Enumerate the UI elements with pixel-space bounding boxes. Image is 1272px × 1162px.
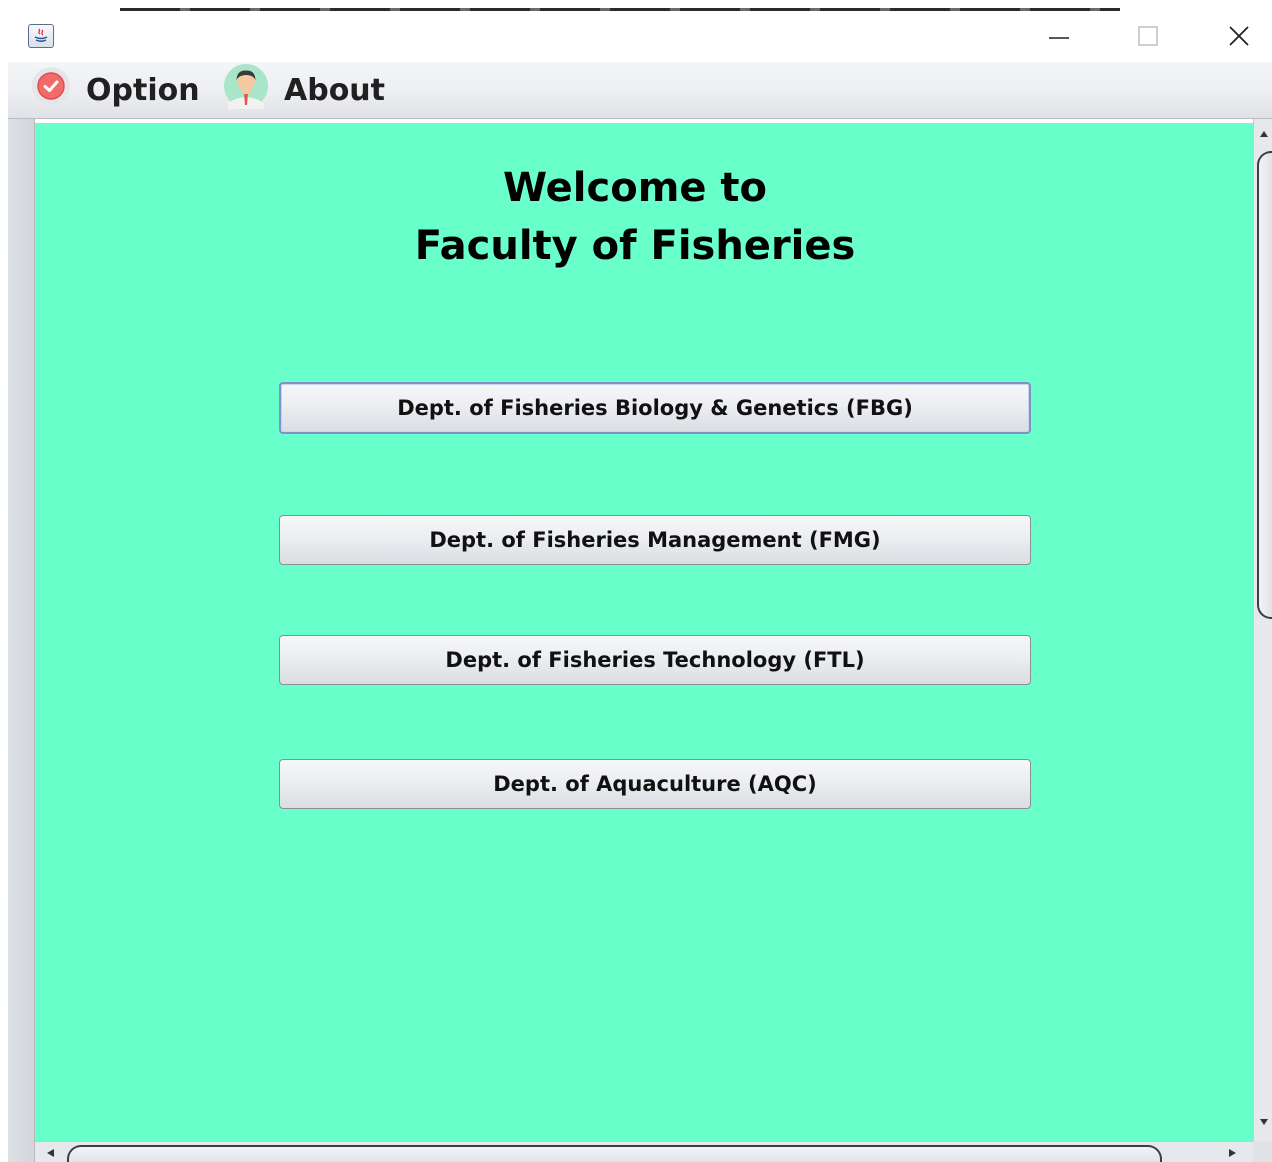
scroll-left-button[interactable]: [39, 1142, 61, 1162]
scroll-corner: [1253, 1141, 1272, 1162]
desktop-edge: [0, 0, 1272, 11]
minimize-button[interactable]: [1036, 18, 1082, 54]
minimize-icon: [1049, 37, 1069, 39]
menu-bar: Option About: [8, 62, 1272, 119]
main-panel: Welcome to Faculty of Fisheries Dept. of…: [35, 123, 1253, 1141]
horizontal-scroll-thumb[interactable]: [67, 1145, 1162, 1162]
menu-option[interactable]: Option: [28, 67, 200, 112]
vertical-scroll-thumb[interactable]: [1257, 151, 1272, 619]
scroll-right-button[interactable]: [1221, 1142, 1243, 1162]
welcome-line-2: Faculty of Fisheries: [414, 223, 856, 269]
scroll-up-button[interactable]: [1254, 123, 1272, 145]
arrow-left-icon: [46, 1148, 54, 1157]
window-left-edge: [0, 62, 8, 1162]
arrow-right-icon: [1228, 1148, 1236, 1157]
app-window: Option About Welcome to Faculty of Fishe…: [0, 0, 1272, 1162]
arrow-up-icon: [1259, 131, 1268, 137]
vertical-scrollbar[interactable]: [1253, 119, 1272, 1141]
menu-option-label: Option: [86, 72, 200, 108]
left-gutter: [8, 119, 35, 1162]
welcome-heading: Welcome to Faculty of Fisheries: [35, 159, 1235, 275]
menu-about[interactable]: About: [220, 64, 386, 112]
arrow-down-icon: [1259, 1119, 1268, 1125]
java-app-icon[interactable]: [28, 24, 54, 48]
welcome-line-1: Welcome to: [502, 165, 768, 211]
dept-fmg-button[interactable]: Dept. of Fisheries Management (FMG): [279, 515, 1031, 565]
close-button[interactable]: [1216, 18, 1262, 54]
title-bar: [0, 12, 1272, 62]
dept-fbg-button[interactable]: Dept. of Fisheries Biology & Genetics (F…: [279, 382, 1031, 434]
maximize-icon: [1138, 26, 1158, 46]
maximize-button[interactable]: [1125, 18, 1171, 54]
scroll-down-button[interactable]: [1254, 1111, 1272, 1133]
menu-about-label: About: [284, 72, 386, 108]
close-icon: [1229, 26, 1249, 46]
dept-aqc-button[interactable]: Dept. of Aquaculture (AQC): [279, 759, 1031, 809]
dept-ftl-button[interactable]: Dept. of Fisheries Technology (FTL): [279, 635, 1031, 685]
horizontal-scrollbar[interactable]: [35, 1141, 1272, 1162]
person-avatar-icon: [220, 63, 272, 117]
red-check-circle-icon: [28, 63, 74, 117]
